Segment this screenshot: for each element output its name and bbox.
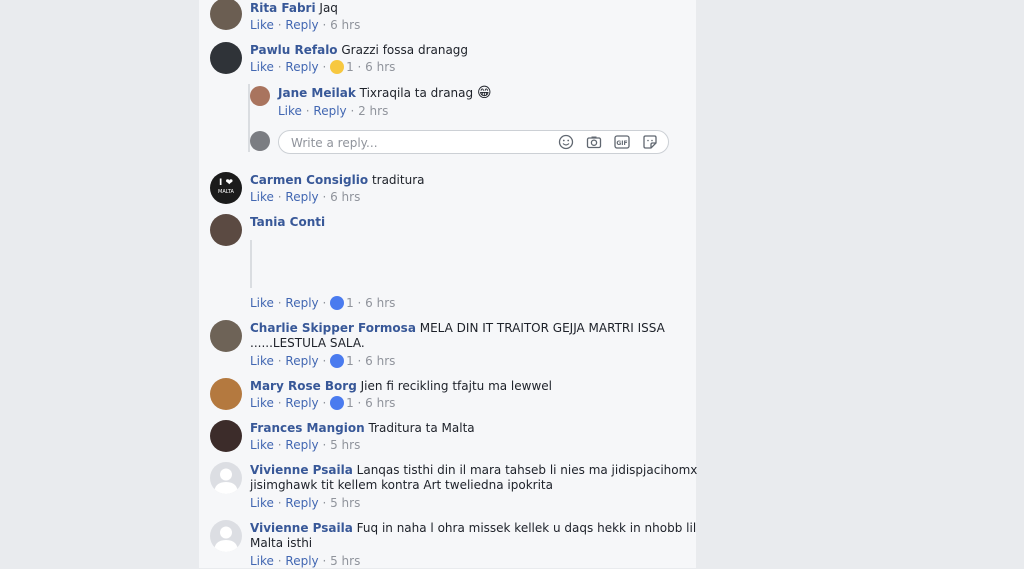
timestamp[interactable]: 5 hrs: [330, 554, 360, 568]
like-reaction-icon[interactable]: [330, 296, 345, 310]
reply-link[interactable]: Reply: [313, 104, 346, 118]
attachment-placeholder: [250, 240, 252, 288]
comment: Frances Mangion Traditura ta Malta Like …: [199, 420, 696, 456]
commenter-name[interactable]: Jane Meilak: [278, 86, 356, 100]
commenter-name[interactable]: Vivienne Psaila: [250, 521, 353, 535]
comment-text: Fuq in naha l ohra missek kellek u daqs …: [356, 521, 697, 535]
comment: Vivienne Psaila Fuq in naha l ohra misse…: [199, 520, 696, 568]
like-link[interactable]: Like: [250, 554, 274, 568]
timestamp[interactable]: 6 hrs: [365, 296, 395, 310]
reply-box[interactable]: GIF: [278, 130, 669, 154]
like-link[interactable]: Like: [250, 296, 274, 310]
avatar[interactable]: [210, 378, 242, 410]
current-user-avatar: [250, 131, 270, 151]
reply-input[interactable]: [289, 134, 543, 152]
like-link[interactable]: Like: [250, 354, 274, 368]
comment-text: Jien fi recikling tfajtu ma lewwel: [360, 379, 552, 393]
commenter-name[interactable]: Charlie Skipper Formosa: [250, 321, 416, 335]
comment-text-cont: ......LESTULA SALA.: [250, 336, 365, 350]
avatar[interactable]: [210, 462, 242, 494]
commenter-name[interactable]: Carmen Consiglio: [250, 173, 368, 187]
reply-link[interactable]: Reply: [285, 496, 318, 510]
comment-text-cont: jisimghawk tit kellem kontra Art twelied…: [250, 478, 553, 492]
like-link[interactable]: Like: [278, 104, 302, 118]
reply-link[interactable]: Reply: [285, 354, 318, 368]
haha-reaction-icon[interactable]: [330, 60, 345, 74]
like-link[interactable]: Like: [250, 190, 274, 204]
like-link[interactable]: Like: [250, 396, 274, 410]
commenter-name[interactable]: Rita Fabri: [250, 1, 316, 15]
reply-link[interactable]: Reply: [285, 18, 318, 32]
comment-text: Grazzi fossa dranagg: [341, 43, 469, 57]
comment: Vivienne Psaila Lanqas tisthi din il mar…: [199, 462, 698, 514]
gif-icon[interactable]: GIF: [614, 134, 630, 150]
comment-text: traditura: [371, 173, 425, 187]
avatar[interactable]: [210, 214, 242, 246]
avatar[interactable]: [210, 520, 242, 552]
timestamp[interactable]: 6 hrs: [365, 396, 395, 410]
reply-link[interactable]: Reply: [285, 438, 318, 452]
smiley-icon[interactable]: [558, 134, 574, 150]
commenter-name[interactable]: Tania Conti: [250, 215, 325, 229]
comment: Tania Conti Like · Reply · 1 · 6 hrs: [199, 214, 696, 314]
comment-text-cont: Malta isthi: [250, 536, 313, 550]
reaction-count[interactable]: 1: [346, 354, 354, 368]
comment: I ❤ MALTA Carmen Consiglio traditura Lik…: [199, 172, 696, 208]
avatar[interactable]: I ❤ MALTA: [210, 172, 242, 204]
timestamp[interactable]: 6 hrs: [330, 18, 360, 32]
reply-link[interactable]: Reply: [285, 190, 318, 204]
commenter-name[interactable]: Mary Rose Borg: [250, 379, 357, 393]
reaction-count[interactable]: 1: [346, 296, 354, 310]
default-avatar-icon: [214, 526, 238, 552]
grin-emoji-icon: 😁: [476, 85, 492, 101]
camera-icon[interactable]: [586, 134, 602, 150]
comment: Charlie Skipper Formosa MELA DIN IT TRAI…: [199, 320, 696, 372]
comment: Rita Fabri Jaq Like · Reply · 6 hrs: [199, 0, 696, 36]
reply-link[interactable]: Reply: [285, 296, 318, 310]
default-avatar-icon: [214, 468, 238, 494]
reply-link[interactable]: Reply: [285, 554, 318, 568]
timestamp[interactable]: 2 hrs: [358, 104, 388, 118]
avatar[interactable]: [210, 420, 242, 452]
comment-text: Tixraqila ta dranag: [359, 86, 474, 100]
avatar[interactable]: [210, 0, 242, 30]
commenter-name[interactable]: Vivienne Psaila: [250, 463, 353, 477]
avatar[interactable]: [210, 42, 242, 74]
nested-reply: Jane Meilak Tixraqila ta dranag 😁 Like ·…: [199, 84, 696, 120]
timestamp[interactable]: 6 hrs: [365, 354, 395, 368]
left-gutter: [0, 0, 199, 568]
avatar-badge-bottom: MALTA: [218, 189, 234, 195]
like-link[interactable]: Like: [250, 496, 274, 510]
commenter-name[interactable]: Pawlu Refalo: [250, 43, 338, 57]
commenter-name[interactable]: Frances Mangion: [250, 421, 365, 435]
timestamp[interactable]: 5 hrs: [330, 438, 360, 452]
reply-link[interactable]: Reply: [285, 60, 318, 74]
comment-text: Traditura ta Malta: [368, 421, 475, 435]
like-link[interactable]: Like: [250, 438, 274, 452]
reply-link[interactable]: Reply: [285, 396, 318, 410]
avatar[interactable]: [210, 320, 242, 352]
timestamp[interactable]: 6 hrs: [330, 190, 360, 204]
reaction-count[interactable]: 1: [346, 60, 354, 74]
comment: Mary Rose Borg Jien fi recikling tfajtu …: [199, 378, 696, 414]
like-reaction-icon[interactable]: [330, 354, 345, 368]
comment-text: Lanqas tisthi din il mara tahseb li nies…: [356, 463, 698, 477]
timestamp[interactable]: 6 hrs: [365, 60, 395, 74]
comment: Pawlu Refalo Grazzi fossa dranagg Like ·…: [199, 42, 696, 78]
like-link[interactable]: Like: [250, 18, 274, 32]
comment-text: MELA DIN IT TRAITOR GEJJA MARTRI ISSA: [419, 321, 665, 335]
timestamp[interactable]: 5 hrs: [330, 496, 360, 510]
avatar[interactable]: [250, 86, 270, 106]
like-link[interactable]: Like: [250, 60, 274, 74]
sticker-icon[interactable]: [642, 134, 658, 150]
avatar-badge-top: I ❤: [218, 178, 234, 188]
comment-text: Jaq: [319, 1, 338, 15]
svg-text:GIF: GIF: [616, 140, 627, 147]
comments-panel: Rita Fabri Jaq Like · Reply · 6 hrs Pawl…: [199, 0, 698, 568]
reaction-count[interactable]: 1: [346, 396, 354, 410]
like-reaction-icon[interactable]: [330, 396, 345, 410]
